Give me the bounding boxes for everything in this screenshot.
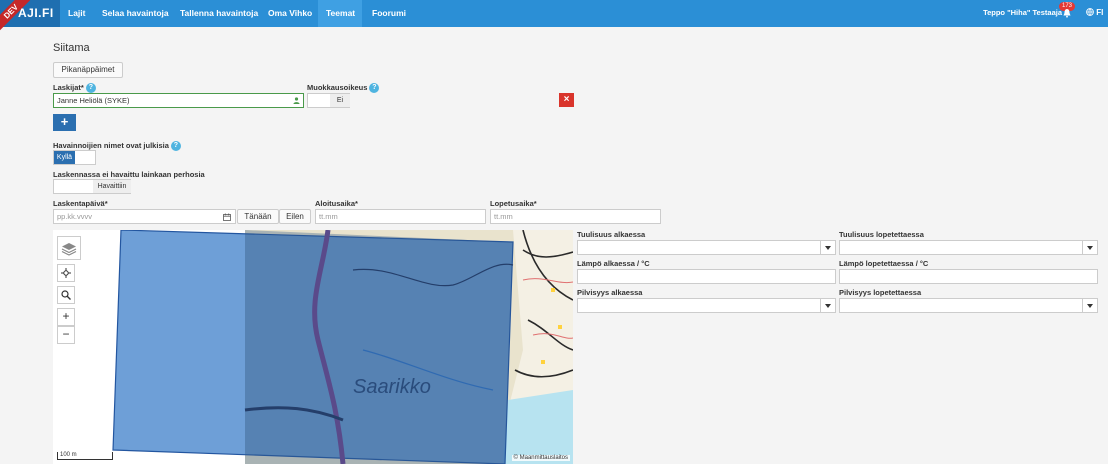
map-search-button[interactable] [57, 286, 75, 304]
user-name[interactable]: Teppo "Hiha" Testaaja [983, 0, 1062, 26]
cloud-start-label: Pilvisyys alkaessa [577, 288, 643, 297]
wind-end-label: Tuulisuus lopetettaessa [839, 230, 924, 239]
public-names-value: Kyllä [54, 151, 75, 164]
nav-item-foorumi[interactable]: Foorumi [364, 0, 414, 27]
map-water [503, 390, 573, 464]
remove-counter-button[interactable]: × [559, 93, 574, 107]
brand-name: AJI.FI [18, 6, 54, 20]
counter-name-input[interactable]: Janne Heliölä (SYKE) [53, 93, 304, 108]
top-navbar: DEV AJI.FI Lajit Selaa havaintoja Tallen… [0, 0, 1108, 32]
wind-start-label: Tuulisuus alkaessa [577, 230, 646, 239]
person-icon [293, 97, 300, 104]
cloud-end-select[interactable] [839, 298, 1098, 313]
layers-icon [61, 242, 77, 256]
nav-item-selaa[interactable]: Selaa havaintoja [94, 0, 177, 27]
map-attribution: © Maanmittauslaitos [511, 455, 570, 461]
map-canvas[interactable]: Saarikko [53, 230, 573, 464]
today-button[interactable]: Tänään [237, 209, 279, 224]
wind-end-select[interactable] [839, 240, 1098, 255]
edit-rights-value: Ei [330, 94, 350, 107]
start-time-label: Aloitusaika* [315, 199, 358, 208]
map-place-name: Saarikko [353, 376, 431, 398]
cloud-end-label: Pilvisyys lopetettaessa [839, 288, 922, 297]
temp-end-input[interactable] [839, 269, 1098, 284]
search-icon [61, 290, 71, 300]
chevron-down-icon [1087, 246, 1093, 250]
survey-area-tile-overlay [245, 230, 513, 464]
nav-item-teemat[interactable]: Teemat [318, 0, 362, 27]
no-butterflies-toggle[interactable]: Havaittiin [53, 179, 131, 194]
temp-start-input[interactable] [577, 269, 836, 284]
map-scale: 100 m [57, 452, 113, 460]
chevron-down-icon [1087, 304, 1093, 308]
wind-start-select[interactable] [577, 240, 836, 255]
edit-rights-toggle[interactable]: Ei [307, 93, 350, 108]
brand-logo[interactable]: DEV AJI.FI [0, 0, 60, 32]
cloud-start-select[interactable] [577, 298, 836, 313]
calendar-icon[interactable] [223, 213, 231, 221]
yesterday-button[interactable]: Eilen [279, 209, 311, 224]
temp-start-label: Lämpö alkaessa / °C [577, 259, 650, 268]
map-view[interactable]: Saarikko + − 100 m © Maanmittauslaitos [53, 230, 573, 464]
nav-item-oma-vihko[interactable]: Oma Vihko [260, 0, 320, 27]
language-label: FI [1096, 8, 1104, 17]
no-butterflies-value: Havaittiin [93, 180, 131, 193]
chevron-down-icon [825, 246, 831, 250]
help-icon[interactable]: ? [170, 141, 181, 152]
shortcuts-button[interactable]: Pikanäppäimet [53, 62, 123, 78]
locate-button[interactable] [57, 264, 75, 282]
nav-item-lajit[interactable]: Lajit [60, 0, 93, 27]
layers-button[interactable] [57, 236, 81, 260]
bell-icon[interactable] [1062, 8, 1072, 18]
public-names-toggle[interactable]: Kyllä [53, 150, 96, 165]
date-input[interactable]: pp.kk.vvvv [53, 209, 236, 224]
add-counter-button[interactable]: + [53, 114, 76, 131]
end-time-input[interactable]: tt.mm [490, 209, 661, 224]
language-selector[interactable]: FI [1086, 0, 1103, 26]
help-icon[interactable]: ? [85, 83, 96, 94]
no-butterflies-label: Laskennassa ei havaittu lainkaan perhosi… [53, 170, 205, 179]
crosshair-icon [61, 267, 71, 278]
end-time-label: Lopetusaika* [490, 199, 537, 208]
date-label: Laskentapäivä* [53, 199, 108, 208]
help-icon[interactable]: ? [369, 83, 380, 94]
zoom-out-button[interactable]: − [57, 326, 75, 344]
edit-rights-label: Muokkausoikeus? [307, 83, 380, 94]
page-title: Siitama [53, 42, 90, 54]
nav-item-tallenna[interactable]: Tallenna havaintoja [172, 0, 266, 27]
temp-end-label: Lämpö lopetettaessa / °C [839, 259, 929, 268]
zoom-in-button[interactable]: + [57, 308, 75, 326]
globe-icon [1086, 8, 1094, 16]
counters-label: Laskijat*? [53, 83, 96, 94]
start-time-input[interactable]: tt.mm [315, 209, 486, 224]
chevron-down-icon [825, 304, 831, 308]
